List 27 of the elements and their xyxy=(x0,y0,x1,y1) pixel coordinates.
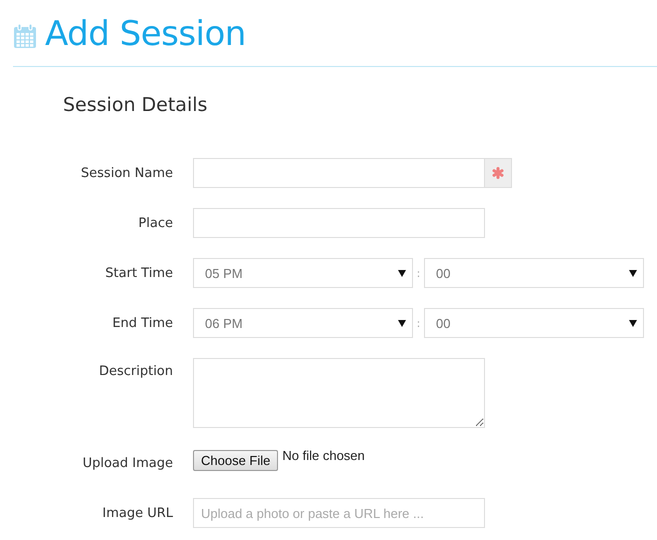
hour-select[interactable]: 06 PM xyxy=(193,308,413,338)
time-separator: : xyxy=(416,266,422,280)
field-label: End Time xyxy=(111,316,173,330)
minute-select[interactable]: 00 xyxy=(424,308,644,338)
caret-icon xyxy=(629,270,637,276)
field-label: Image URL xyxy=(101,506,173,520)
text-field[interactable] xyxy=(193,208,485,238)
hour-select[interactable]: 05 PM xyxy=(193,258,413,288)
page-title: Add Session xyxy=(45,14,246,54)
minute-select[interactable]: 00 xyxy=(424,258,644,288)
field-label: Place xyxy=(137,216,173,230)
section-title: Session Details xyxy=(63,94,208,116)
caret-icon xyxy=(398,270,406,276)
caret-icon xyxy=(398,320,406,326)
text-field[interactable] xyxy=(193,158,485,188)
calendar-icon xyxy=(13,23,37,49)
caret-icon xyxy=(629,320,637,326)
field-label: Upload Image xyxy=(82,456,173,470)
field-label: Description xyxy=(98,363,173,379)
file-status: No file chosen xyxy=(282,448,365,463)
description-field[interactable] xyxy=(193,358,485,428)
field-label: Session Name xyxy=(80,166,173,180)
asterisk-icon xyxy=(492,167,504,179)
field-label: Start Time xyxy=(104,266,173,280)
time-separator: : xyxy=(416,316,422,330)
text-field[interactable]: Upload a photo or paste a URL here ... xyxy=(193,498,485,528)
choose-file-button[interactable]: Choose File xyxy=(193,450,278,471)
